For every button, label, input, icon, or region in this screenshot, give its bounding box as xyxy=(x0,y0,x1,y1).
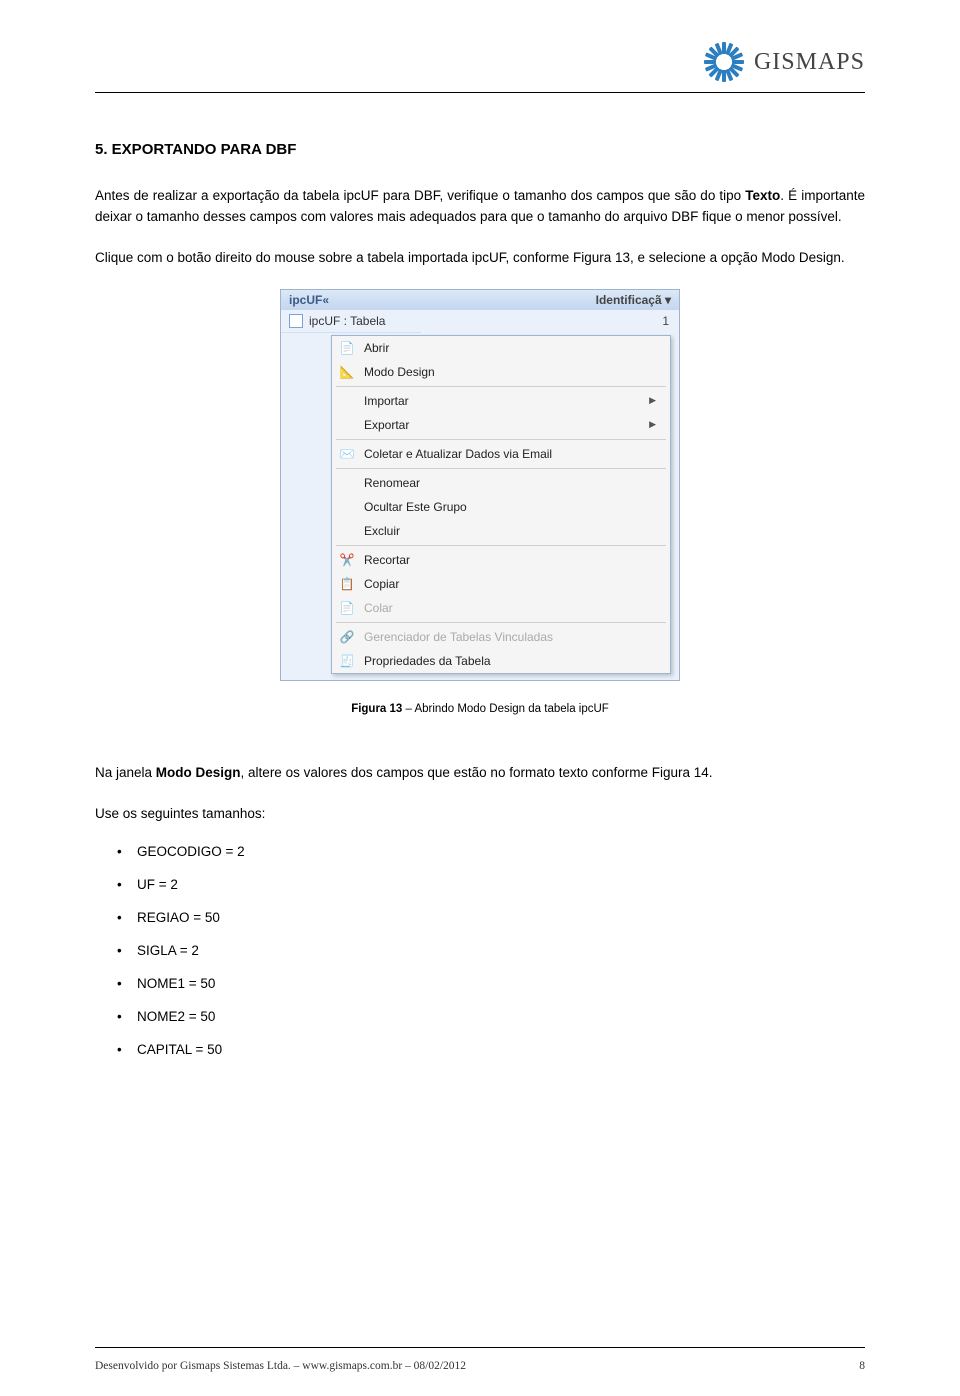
header-divider xyxy=(95,92,865,93)
row-number: 1 xyxy=(421,310,679,328)
logo: GISMAPS xyxy=(702,40,865,84)
menu-recortar-label: Recortar xyxy=(364,553,410,567)
page-footer: Desenvolvido por Gismaps Sistemas Ltda. … xyxy=(95,1360,865,1372)
para1-part-a: Antes de realizar a exportação da tabela… xyxy=(95,188,745,203)
paragraph-1: Antes de realizar a exportação da tabela… xyxy=(95,186,865,228)
menu-abrir[interactable]: 📄 Abrir xyxy=(332,336,670,360)
menu-coletar[interactable]: ✉️ Coletar e Atualizar Dados via Email xyxy=(332,442,670,466)
hide-icon xyxy=(338,499,356,515)
caption-prefix: Figura 13 xyxy=(351,703,402,715)
para3-c: , altere os valores dos campos que estão… xyxy=(241,765,713,780)
para3-a: Na janela xyxy=(95,765,156,780)
menu-colar: 📄 Colar xyxy=(332,596,670,620)
menu-recortar[interactable]: ✂️ Recortar xyxy=(332,548,670,572)
nav-table-item[interactable]: ipcUF : Tabela xyxy=(281,310,421,333)
menu-importar-label: Importar xyxy=(364,394,409,408)
menu-propriedades-label: Propriedades da Tabela xyxy=(364,654,491,668)
caption-rest: – Abrindo Modo Design da tabela ipcUF xyxy=(402,703,608,715)
nav-pane-chevron-icon: « xyxy=(322,293,329,307)
menu-renomear[interactable]: Renomear xyxy=(332,471,670,495)
nav-pane-title: ipcUF xyxy=(289,293,322,307)
size-item-uf: UF = 2 xyxy=(137,877,865,892)
cut-icon: ✂️ xyxy=(338,552,356,568)
size-item-geocodigo: GEOCODIGO = 2 xyxy=(137,844,865,859)
size-item-nome2: NOME2 = 50 xyxy=(137,1009,865,1024)
page-header: GISMAPS xyxy=(95,40,865,84)
menu-gerenciador-label: Gerenciador de Tabelas Vinculadas xyxy=(364,630,553,644)
menu-modo-design-label: Modo Design xyxy=(364,365,435,379)
menu-exportar-label: Exportar xyxy=(364,418,409,432)
import-icon xyxy=(338,393,356,409)
sizes-list: GEOCODIGO = 2 UF = 2 REGIAO = 50 SIGLA =… xyxy=(95,844,865,1057)
menu-coletar-label: Coletar e Atualizar Dados via Email xyxy=(364,447,552,461)
paste-icon: 📄 xyxy=(338,600,356,616)
figure-13-screenshot: ipcUF « Identificaçã ▾ ipcUF : Tabela 1 … xyxy=(95,289,865,681)
paragraph-3: Na janela Modo Design, altere os valores… xyxy=(95,763,865,784)
copy-icon: 📋 xyxy=(338,576,356,592)
table-icon xyxy=(289,314,303,328)
menu-copiar-label: Copiar xyxy=(364,577,399,591)
context-menu: 📄Abrir 📐Modo Design Importar▶ Exportar▶ … xyxy=(331,335,671,674)
design-icon: 📐 xyxy=(338,364,356,380)
sizes-intro: Use os seguintes tamanhos: xyxy=(95,804,865,825)
para3-bold: Modo Design xyxy=(156,765,241,780)
menu-excluir-label: Excluir xyxy=(364,524,400,538)
chevron-right-icon: ▶ xyxy=(649,395,656,406)
chevron-right-icon: ▶ xyxy=(649,419,656,430)
open-icon: 📄 xyxy=(338,340,356,356)
section-heading: 5. EXPORTANDO PARA DBF xyxy=(95,141,865,158)
logo-text: GISMAPS xyxy=(754,49,865,76)
menu-exportar[interactable]: Exportar ▶ xyxy=(332,413,670,437)
size-item-capital: CAPITAL = 50 xyxy=(137,1042,865,1057)
size-item-regiao: REGIAO = 50 xyxy=(137,910,865,925)
footer-divider xyxy=(95,1347,865,1348)
para1-bold: Texto xyxy=(745,188,780,203)
tab-label: Identificaçã xyxy=(596,293,662,307)
paragraph-2: Clique com o botão direito do mouse sobr… xyxy=(95,248,865,269)
footer-left: Desenvolvido por Gismaps Sistemas Ltda. … xyxy=(95,1360,466,1372)
size-item-nome1: NOME1 = 50 xyxy=(137,976,865,991)
menu-excluir[interactable]: Excluir xyxy=(332,519,670,543)
nav-pane-header: ipcUF « Identificaçã ▾ xyxy=(281,290,679,310)
email-icon: ✉️ xyxy=(338,446,356,462)
menu-abrir-label: Abrir xyxy=(364,341,389,355)
menu-importar[interactable]: Importar ▶ xyxy=(332,389,670,413)
menu-modo-design[interactable]: 📐 Modo Design xyxy=(332,360,670,384)
menu-gerenciador: 🔗 Gerenciador de Tabelas Vinculadas xyxy=(332,625,670,649)
menu-propriedades[interactable]: 🧾 Propriedades da Tabela xyxy=(332,649,670,673)
nav-table-label: ipcUF : Tabela xyxy=(309,314,385,328)
menu-ocultar[interactable]: Ocultar Este Grupo xyxy=(332,495,670,519)
linked-tables-icon: 🔗 xyxy=(338,629,356,645)
menu-ocultar-label: Ocultar Este Grupo xyxy=(364,500,467,514)
menu-copiar[interactable]: 📋 Copiar xyxy=(332,572,670,596)
rename-icon xyxy=(338,475,356,491)
menu-colar-label: Colar xyxy=(364,601,393,615)
menu-renomear-label: Renomear xyxy=(364,476,420,490)
properties-icon: 🧾 xyxy=(338,653,356,669)
export-icon xyxy=(338,417,356,433)
size-item-sigla: SIGLA = 2 xyxy=(137,943,865,958)
figure-13-caption: Figura 13 – Abrindo Modo Design da tabel… xyxy=(95,701,865,719)
gismaps-logo-icon xyxy=(702,40,746,84)
delete-icon xyxy=(338,523,356,539)
footer-page-number: 8 xyxy=(859,1360,865,1372)
